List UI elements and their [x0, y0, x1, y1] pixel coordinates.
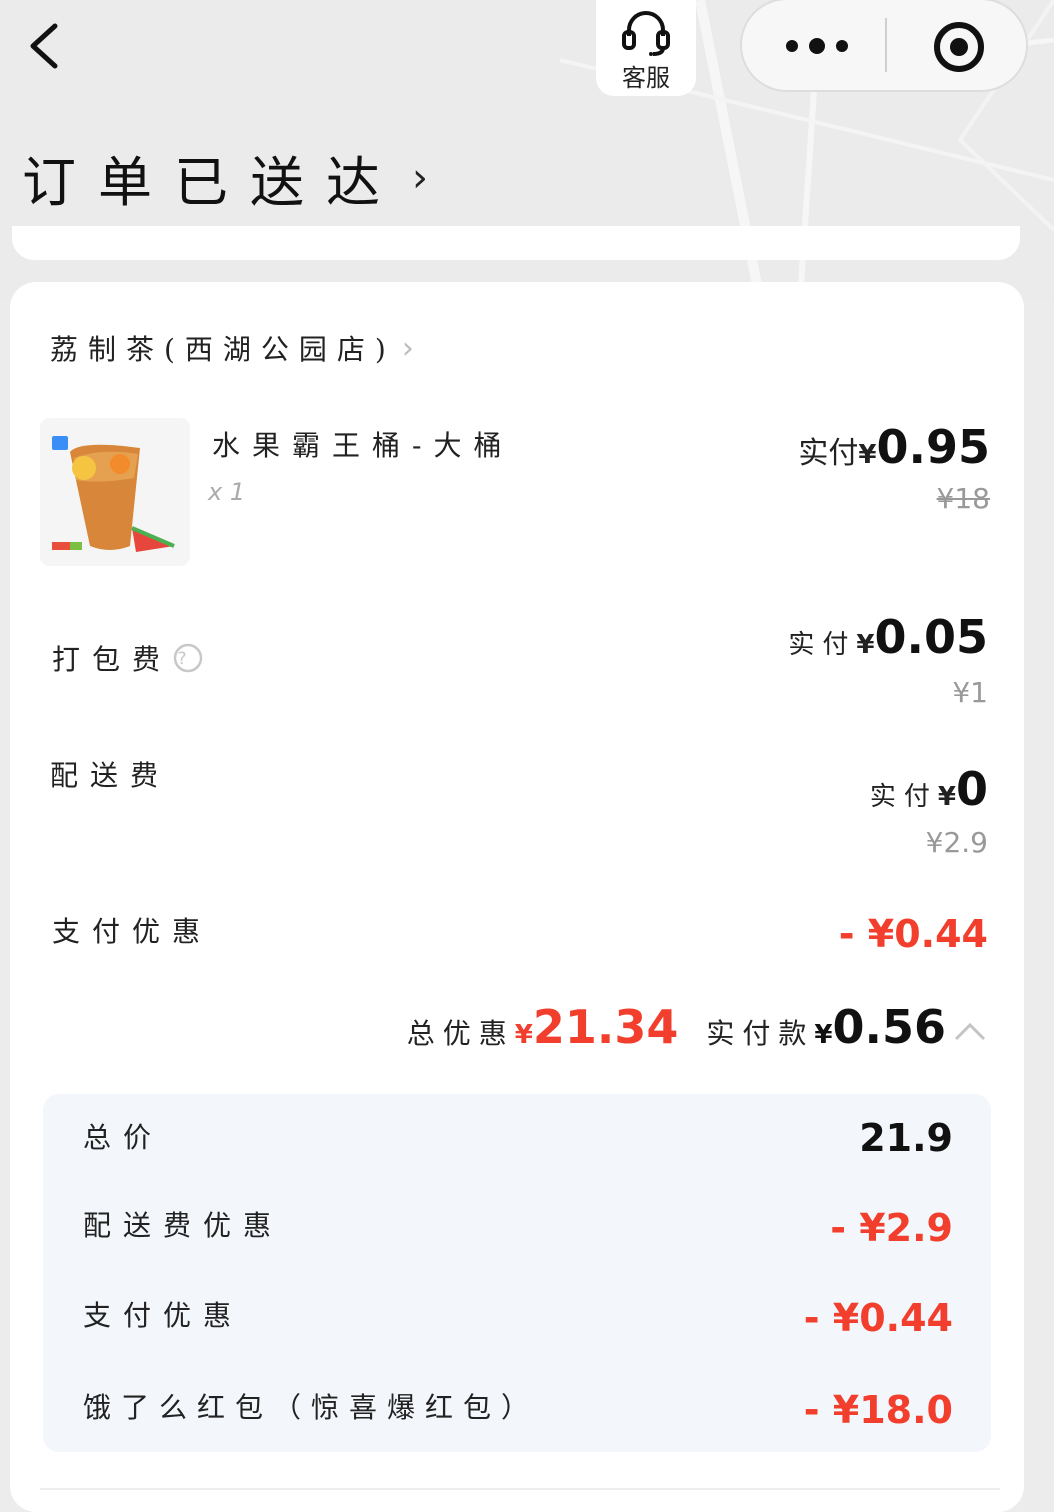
paid-label: 实付: [788, 630, 857, 660]
paid-amount: 0.95: [876, 420, 991, 474]
order-detail-card: 荔制茶(西湖公园店) › 水果霸王桶-大桶 x 1 实付 ¥ 0.95 ¥18 …: [10, 282, 1024, 1512]
store-name-link[interactable]: 荔制茶(西湖公园店) ›: [50, 328, 414, 368]
delivery-discount-value: - ¥2.9: [830, 1206, 953, 1250]
packaging-fee-label-row: 打包费 ?: [52, 638, 204, 678]
top-bar: 客服: [0, 0, 1054, 110]
help-icon[interactable]: ?: [172, 642, 204, 674]
red-packet-value: - ¥18.0: [803, 1388, 953, 1432]
total-price-label: 总价: [83, 1121, 164, 1154]
packaging-fee-paid: 实付 ¥ 0.05: [788, 610, 988, 664]
divider: [40, 1488, 1000, 1490]
chevron-up-icon[interactable]: [952, 1019, 988, 1043]
product-original-price: ¥18: [936, 482, 990, 515]
packaging-fee-label: 打包费: [52, 643, 173, 676]
currency-symbol: ¥: [937, 782, 956, 812]
paid-total-label: 实付款: [706, 1017, 815, 1050]
currency-symbol: ¥: [858, 440, 877, 470]
delivery-fee-label: 配送费: [50, 759, 171, 792]
delivery-fee-original: ¥2.9: [925, 826, 988, 859]
red-packet-label: 饿了么红包（惊喜爆红包）: [83, 1391, 540, 1424]
price-breakdown-panel: 总价 21.9 配送费优惠 - ¥2.9 支付优惠 - ¥0.44 饿了么红包（…: [43, 1094, 991, 1452]
paid-amount: 0.05: [874, 610, 989, 664]
product-name: 水果霸王桶-大桶: [212, 429, 514, 462]
more-options-icon[interactable]: [782, 26, 852, 66]
paid-amount: 0: [955, 762, 988, 816]
total-price-value: 21.9: [859, 1116, 953, 1160]
currency-symbol: ¥: [856, 630, 875, 660]
order-status-title[interactable]: 订单已送达 ›: [22, 138, 428, 217]
delivery-discount-label: 配送费优惠: [83, 1209, 284, 1242]
miniprogram-capsule: [740, 0, 1028, 92]
order-summary-row[interactable]: 总优惠 ¥ 21.34 实付款 ¥ 0.56: [407, 1000, 988, 1054]
customer-service-button[interactable]: 客服: [596, 0, 696, 96]
collapsed-card-edge: [12, 226, 1020, 260]
delivery-fee-paid: 实付 ¥ 0: [870, 762, 988, 816]
capsule-divider: [885, 18, 887, 72]
total-discount-value: 21.34: [532, 1000, 679, 1054]
headset-icon: [622, 11, 670, 56]
chevron-right-icon: ›: [401, 330, 414, 366]
paid-total-value: 0.56: [832, 1000, 947, 1054]
paid-label: 实付: [869, 782, 938, 812]
payment-discount-label: 支付优惠: [83, 1299, 244, 1332]
product-image[interactable]: [40, 418, 190, 566]
customer-service-label: 客服: [622, 64, 670, 92]
store-name: 荔制茶(西湖公园店): [50, 333, 396, 366]
product-paid-price: 实付 ¥ 0.95: [798, 420, 990, 474]
order-status-text: 订单已送达: [22, 151, 402, 214]
paid-label: 实付: [798, 436, 859, 471]
svg-text:?: ?: [178, 649, 199, 669]
product-quantity: x 1: [208, 478, 246, 506]
total-discount-label: 总优惠: [406, 1017, 515, 1050]
payment-discount-value: - ¥0.44: [803, 1296, 953, 1340]
back-arrow-icon[interactable]: [22, 20, 72, 72]
payment-discount-label: 支付优惠: [52, 915, 213, 948]
fruit-tea-cup-icon: [40, 418, 190, 566]
payment-discount-value: - ¥0.44: [838, 912, 988, 956]
packaging-fee-original: ¥1: [952, 676, 988, 709]
close-miniprogram-icon[interactable]: [932, 20, 986, 74]
chevron-right-icon: ›: [412, 154, 428, 201]
currency-symbol: ¥: [514, 1020, 533, 1050]
currency-symbol: ¥: [814, 1020, 833, 1050]
